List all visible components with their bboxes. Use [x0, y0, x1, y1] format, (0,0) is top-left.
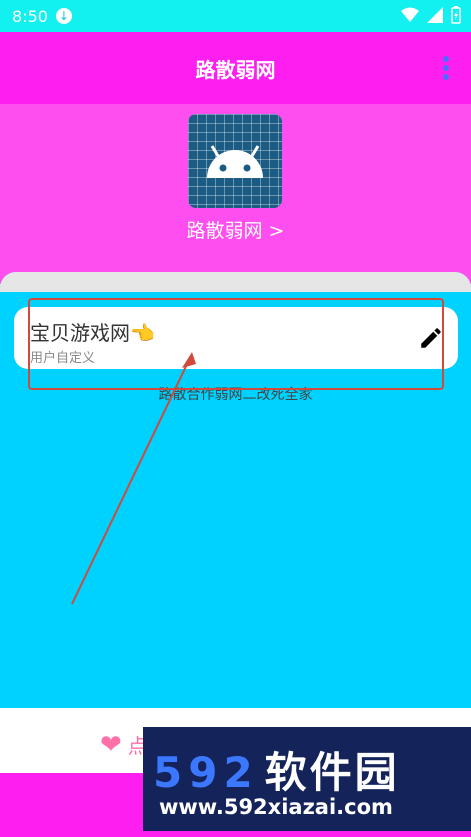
watermark-brand: 592 软件园: [153, 739, 400, 800]
heart-icon: ❤: [100, 729, 122, 760]
watermark-url: www.592xiazai.com: [159, 795, 393, 819]
watermark-brand-cn: 软件园: [264, 748, 400, 797]
watermark-brand-number: 592: [153, 748, 259, 797]
watermark-banner: 592 软件园 www.592xiazai.com: [143, 727, 471, 831]
like-button[interactable]: ❤ 点: [100, 730, 148, 759]
